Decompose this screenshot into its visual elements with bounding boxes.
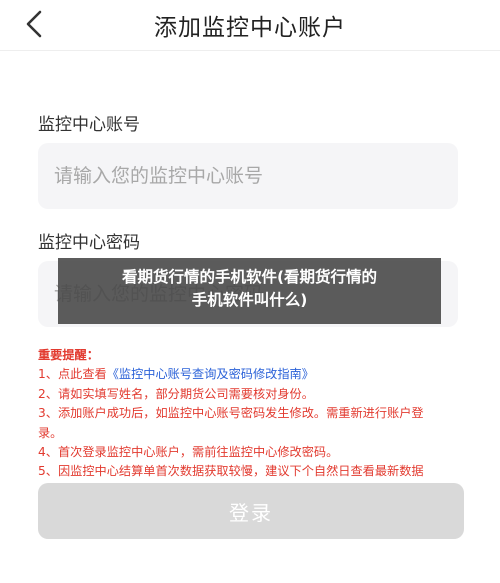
notice-line-1: 1、点此查看《监控中心账号查询及密码修改指南》	[38, 365, 470, 384]
account-field-container[interactable]	[38, 143, 458, 209]
password-label: 监控中心密码	[38, 233, 140, 253]
notice-line-3-cont: 录。	[38, 425, 63, 440]
overlay-caption-line-1: 看期货行情的手机软件(看期货行情的	[121, 268, 378, 286]
guide-link[interactable]: 《监控中心账号查询及密码修改指南》	[107, 367, 314, 381]
overlay-caption: 看期货行情的手机软件(看期货行情的 手机软件叫什么)	[58, 258, 441, 324]
header-bar: 添加监控中心账户	[0, 0, 500, 48]
account-label: 监控中心账号	[38, 115, 140, 135]
overlay-caption-line-2: 手机软件叫什么)	[191, 291, 308, 309]
notice-line-2: 2、请如实填写姓名，部分期货公司需要核对身份。	[38, 386, 314, 401]
account-input[interactable]	[54, 165, 458, 187]
notice-line-4: 4、首次登录监控中心账户，需前往监控中心修改密码。	[38, 445, 339, 460]
important-notice: 重要提醒： 1、点此查看《监控中心账号查询及密码修改指南》 2、请如实填写姓名，…	[38, 346, 470, 482]
notice-line-5: 5、因监控中心结算单首次数据获取较慢，建议下个自然日查看最新数据	[38, 464, 424, 479]
page-title: 添加监控中心账户	[154, 15, 346, 41]
login-button[interactable]: 登录	[38, 483, 464, 539]
notice-line-3: 3、添加账户成功后，如监控中心账号密码发生修改。需重新进行账户登	[38, 406, 424, 421]
notice-line-1-prefix: 1、点此查看	[38, 367, 107, 382]
notice-title: 重要提醒：	[38, 348, 99, 362]
header-divider	[0, 50, 500, 51]
